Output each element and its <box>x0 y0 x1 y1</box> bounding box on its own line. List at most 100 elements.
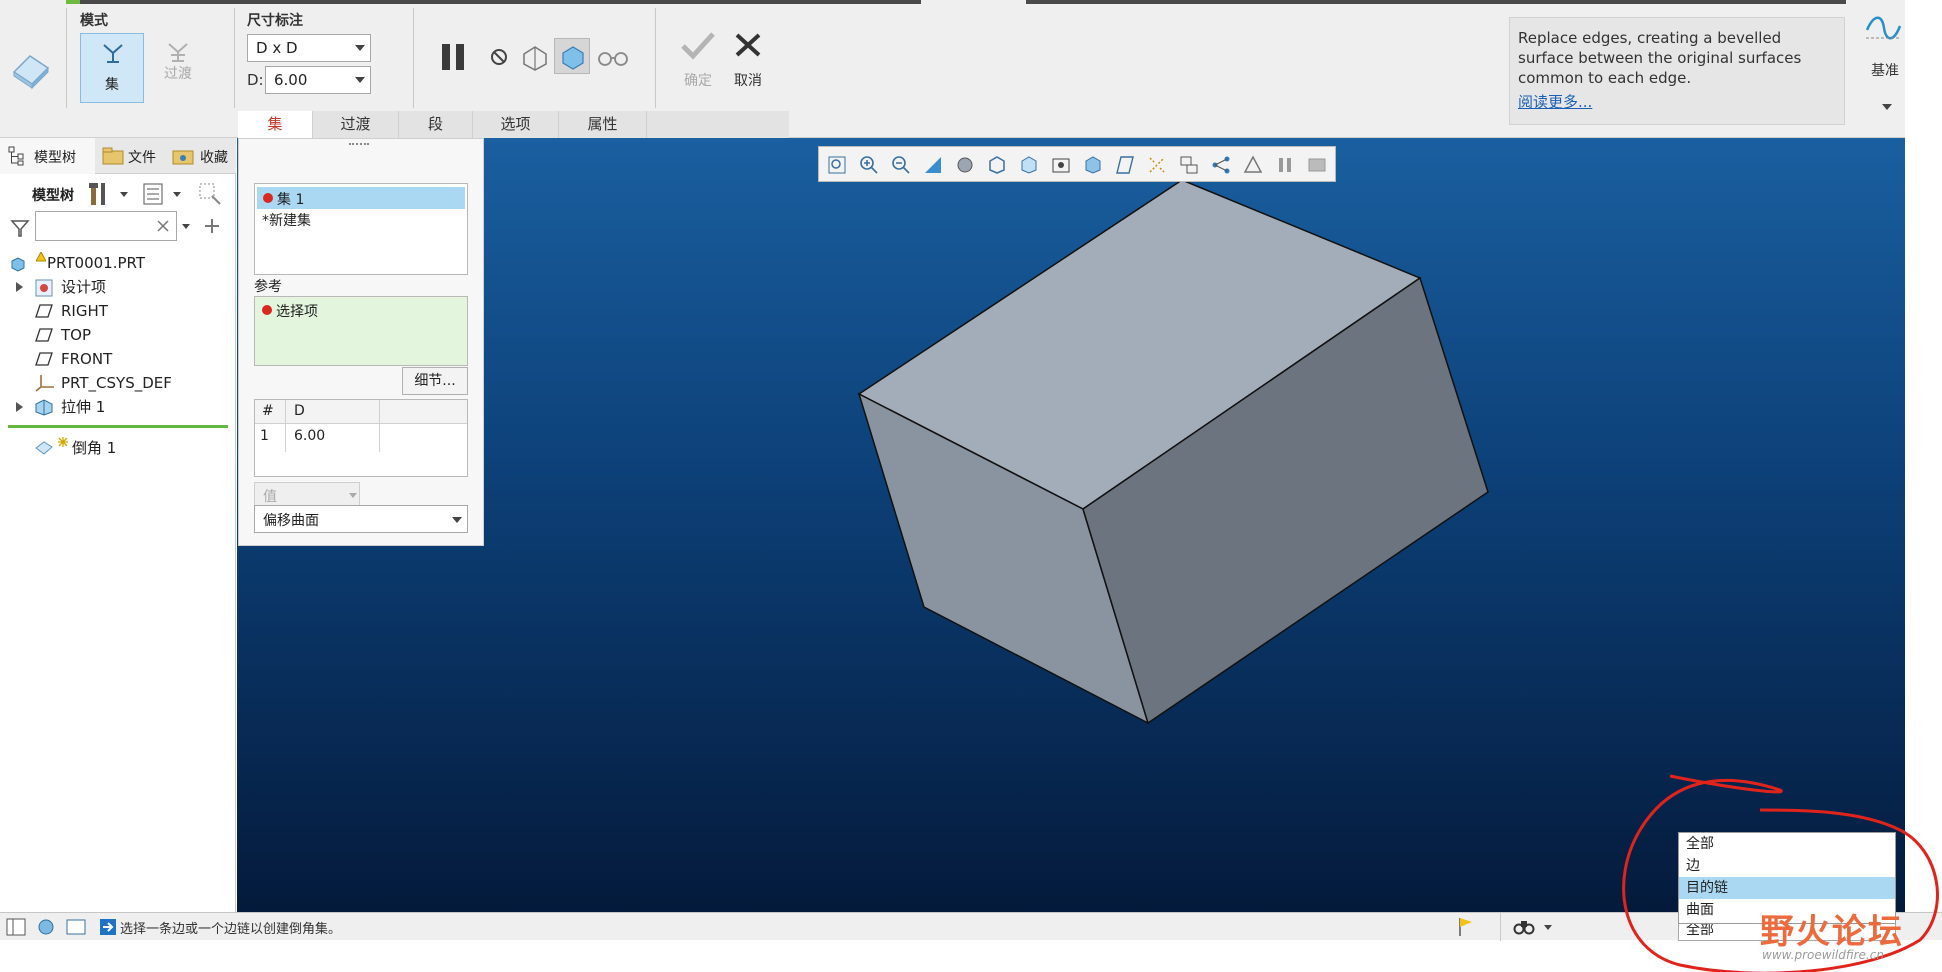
zoom-in-icon[interactable] <box>859 155 879 175</box>
model-tree-toolbar-label: 模型树 <box>32 188 74 204</box>
glasses-icon <box>598 52 628 66</box>
tab-progress-indicator <box>66 0 921 4</box>
tab-favorites[interactable]: 收藏 <box>170 138 236 174</box>
mode-transition-label: 过渡 <box>164 66 192 82</box>
datum-planes-display-icon[interactable] <box>1115 155 1135 175</box>
panel-grip-icon[interactable] <box>349 143 369 145</box>
tab-files[interactable]: 文件 <box>98 138 170 174</box>
pause-spin-icon[interactable] <box>1275 155 1295 175</box>
insert-indicator[interactable] <box>8 425 228 428</box>
view-toolbar <box>818 146 1336 182</box>
tab-transitions[interactable]: 过渡 <box>313 111 399 138</box>
tree-filter-button[interactable] <box>198 182 222 206</box>
display-style-icon[interactable] <box>955 155 975 175</box>
feature-preview-button[interactable] <box>554 38 590 74</box>
view-options-icon[interactable] <box>1307 155 1327 175</box>
dimension-scheme-select[interactable]: D x D <box>247 34 371 62</box>
offset-surface-select[interactable]: 偏移曲面 <box>254 505 468 533</box>
watermark-text: 野火论坛 <box>1760 912 1904 952</box>
add-icon[interactable] <box>204 218 220 234</box>
fullscreen-icon[interactable] <box>66 918 86 936</box>
dimension-group-label: 尺寸标注 <box>247 13 303 29</box>
tab-sets[interactable]: 集 <box>238 111 313 138</box>
transition-icon <box>168 43 188 62</box>
show-button[interactable] <box>143 183 163 205</box>
cancel-label: 取消 <box>734 73 762 89</box>
repaint-icon[interactable] <box>923 155 943 175</box>
table-header-index: # <box>262 403 274 419</box>
table-cell-index: 1 <box>260 428 269 444</box>
tab-model-tree[interactable]: 模型树 <box>0 138 95 174</box>
tree-item-label: RIGHT <box>61 302 108 320</box>
d-value-input[interactable]: 6.00 <box>265 66 371 94</box>
mode-group-label: 模式 <box>80 13 108 29</box>
chevron-down-icon[interactable] <box>1882 104 1892 110</box>
favorites-icon <box>172 150 194 165</box>
csys-display-icon[interactable] <box>1211 155 1231 175</box>
close-icon <box>735 33 761 57</box>
tab-files-label: 文件 <box>128 150 156 166</box>
browser-toggle-icon[interactable] <box>36 918 56 936</box>
sets-panel: 集 1 *新建集 参考 选择项 细节... # D 1 6.00 值 偏移曲面 <box>238 138 484 546</box>
table-row[interactable]: 1 6.00 <box>255 425 467 449</box>
watermark-url: www.proewildfire.cn <box>1762 948 1884 962</box>
offset-surface-value: 偏移曲面 <box>263 513 319 529</box>
tab-options[interactable]: 选项 <box>473 111 559 138</box>
details-button[interactable]: 细节... <box>402 367 468 395</box>
clear-icon[interactable] <box>157 220 169 232</box>
chevron-down-icon[interactable] <box>120 192 128 197</box>
saved-views-icon[interactable] <box>987 155 1007 175</box>
geometry-preview-button[interactable] <box>520 42 550 72</box>
new-feature-icon <box>58 437 68 447</box>
tab-properties[interactable]: 属性 <box>559 111 647 138</box>
view-manager-icon[interactable] <box>1019 155 1039 175</box>
new-set-item[interactable]: *新建集 <box>262 210 311 230</box>
verify-mode-button[interactable] <box>596 46 630 68</box>
table-header-d: D <box>294 403 305 419</box>
datum-axes-display-icon[interactable] <box>1147 155 1167 175</box>
tree-item-label: PRT0001.PRT <box>47 254 146 272</box>
set-item-1[interactable]: 集 1 <box>257 187 465 209</box>
table-cell-d: 6.00 <box>294 428 326 444</box>
tab-segments[interactable]: 段 <box>399 111 473 138</box>
chevron-down-icon <box>452 517 462 523</box>
chevron-down-icon[interactable] <box>173 192 181 197</box>
flag-icon[interactable] <box>1456 916 1476 938</box>
cancel-button[interactable]: 取消 <box>722 28 774 92</box>
chevron-down-icon <box>355 77 365 83</box>
section-icon[interactable] <box>1083 155 1103 175</box>
watermark-logo: 野火论坛 <box>1760 904 1904 953</box>
refit-icon[interactable] <box>827 155 847 175</box>
pause-icon <box>442 44 464 70</box>
tree-item-label: PRT_CSYS_DEF <box>61 374 172 392</box>
perspective-icon[interactable] <box>1051 155 1071 175</box>
navigator-toggle-icon[interactable] <box>6 918 26 936</box>
tree-item-label: 设计项 <box>61 278 107 296</box>
tab-strip-filler <box>647 111 789 138</box>
folder-icon <box>102 147 124 165</box>
chevron-down-icon[interactable] <box>182 224 190 229</box>
references-collector[interactable]: 选择项 <box>254 296 468 366</box>
chamfer-icon <box>35 441 53 455</box>
dimension-table: # D 1 6.00 <box>254 399 468 477</box>
no-preview-button[interactable] <box>488 46 510 68</box>
zoom-out-icon[interactable] <box>891 155 911 175</box>
read-more-link[interactable]: 阅读更多... <box>1518 92 1836 112</box>
message-arrow-icon <box>100 919 116 935</box>
tree-search-input[interactable] <box>35 211 177 241</box>
design-items-icon <box>35 279 53 297</box>
mode-transition-button[interactable]: 过渡 <box>146 33 210 103</box>
pause-button[interactable] <box>440 42 470 72</box>
ok-button[interactable]: 确定 <box>672 28 724 92</box>
sets-list: 集 1 *新建集 <box>254 183 468 275</box>
mode-set-button[interactable]: 集 <box>80 33 144 103</box>
expand-arrow-icon[interactable] <box>16 282 23 292</box>
annotation-display-icon[interactable] <box>1243 155 1263 175</box>
tree-settings-button[interactable] <box>88 181 112 207</box>
chevron-down-icon[interactable] <box>1544 925 1552 930</box>
expand-arrow-icon[interactable] <box>16 402 23 412</box>
find-icon[interactable] <box>1513 917 1535 937</box>
datum-points-display-icon[interactable] <box>1179 155 1199 175</box>
datum-button[interactable] <box>1864 12 1902 46</box>
geometry-preview-icon <box>523 46 547 71</box>
